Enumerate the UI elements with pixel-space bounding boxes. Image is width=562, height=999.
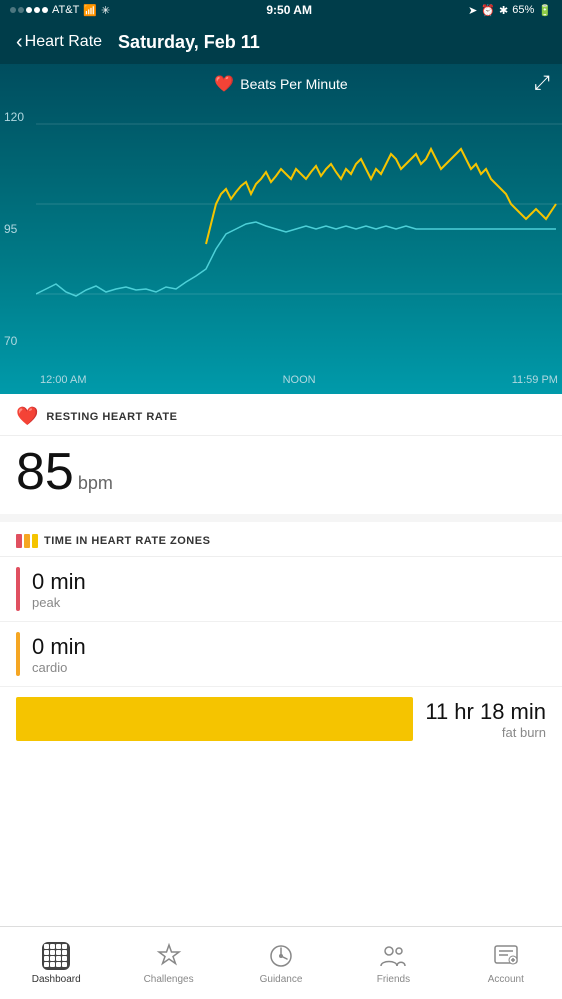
tab-challenges[interactable]: Challenges bbox=[112, 927, 224, 999]
x-label-night: 11:59 PM bbox=[512, 374, 558, 386]
signal-dot-3 bbox=[26, 7, 32, 13]
status-right: ➤ ⏰ ✱ 65% 🔋 bbox=[468, 4, 552, 17]
peak-zone-name: peak bbox=[32, 595, 86, 610]
chart-svg bbox=[36, 104, 562, 354]
signal-dot-1 bbox=[10, 7, 16, 13]
friends-icon bbox=[379, 942, 407, 970]
guidance-icon bbox=[267, 942, 295, 970]
wifi-icon: 📶 bbox=[83, 4, 97, 17]
cardio-zone-time: 0 min bbox=[32, 634, 86, 660]
resting-value-row: 85 bpm bbox=[0, 436, 562, 514]
alarm-icon: ⏰ bbox=[481, 4, 495, 17]
location-icon: ➤ bbox=[468, 4, 477, 17]
guidance-svg bbox=[267, 942, 295, 970]
resting-bpm-number: 85 bbox=[16, 446, 74, 498]
peak-zone-icon bbox=[16, 534, 22, 548]
signal-dot-4 bbox=[34, 7, 40, 13]
status-bar: AT&T 📶 ✳ 9:50 AM ➤ ⏰ ✱ 65% 🔋 bbox=[0, 0, 562, 20]
zones-header: TIME IN HEART RATE ZONES bbox=[0, 522, 562, 557]
chart-legend: ❤️ Beats Per Minute bbox=[0, 64, 562, 94]
carrier-label: AT&T bbox=[52, 4, 79, 16]
resting-heart-rate-section: ❤️ RESTING HEART RATE 85 bpm bbox=[0, 394, 562, 514]
zones-section-title: TIME IN HEART RATE ZONES bbox=[44, 535, 210, 547]
dashboard-svg bbox=[42, 942, 70, 970]
chart-x-labels: 12:00 AM NOON 11:59 PM bbox=[36, 374, 562, 386]
account-icon bbox=[492, 942, 520, 970]
battery-icon: 🔋 bbox=[538, 4, 552, 17]
dashboard-label: Dashboard bbox=[32, 974, 81, 985]
y-label-95: 95 bbox=[0, 222, 36, 236]
back-label: Heart Rate bbox=[25, 33, 102, 51]
peak-zone-time: 0 min bbox=[32, 569, 86, 595]
cardio-zone-info: 0 min cardio bbox=[32, 634, 86, 675]
x-label-midnight: 12:00 AM bbox=[40, 374, 86, 386]
content-area: ❤️ RESTING HEART RATE 85 bpm TIME IN HEA… bbox=[0, 394, 562, 751]
tab-account[interactable]: Account bbox=[450, 927, 562, 999]
cardio-zone-icon bbox=[24, 534, 30, 548]
peak-color-bar bbox=[16, 567, 20, 611]
tab-guidance[interactable]: Guidance bbox=[225, 927, 337, 999]
heart-rate-zones-section: TIME IN HEART RATE ZONES 0 min peak 0 mi… bbox=[0, 522, 562, 751]
account-label: Account bbox=[488, 974, 524, 985]
header-nav: ‹ Heart Rate Saturday, Feb 11 bbox=[0, 20, 562, 64]
fatburn-bar bbox=[16, 697, 413, 741]
peak-zone-info: 0 min peak bbox=[32, 569, 86, 610]
tab-bar: Dashboard Challenges Guidance bbox=[0, 926, 562, 999]
y-label-120: 120 bbox=[0, 110, 36, 124]
cardio-zone-name: cardio bbox=[32, 660, 86, 675]
zones-icon bbox=[16, 534, 38, 548]
cardio-zone-row: 0 min cardio bbox=[0, 622, 562, 687]
activity-icon: ✳ bbox=[101, 4, 110, 17]
signal-dot-2 bbox=[18, 7, 24, 13]
back-chevron-icon: ‹ bbox=[16, 31, 23, 54]
status-time: 9:50 AM bbox=[266, 3, 312, 17]
back-button[interactable]: ‹ Heart Rate bbox=[16, 31, 102, 54]
resting-section-header: ❤️ RESTING HEART RATE bbox=[0, 394, 562, 436]
y-label-70: 70 bbox=[0, 334, 36, 348]
fatburn-zone-row: 11 hr 18 min fat burn bbox=[0, 687, 562, 751]
signal-dots bbox=[10, 7, 48, 13]
challenges-label: Challenges bbox=[144, 974, 194, 985]
tab-friends[interactable]: Friends bbox=[337, 927, 449, 999]
resting-heart-icon: ❤️ bbox=[16, 406, 38, 427]
page-title: Saturday, Feb 11 bbox=[118, 32, 260, 53]
fatburn-zone-icon bbox=[32, 534, 38, 548]
resting-bpm-unit: bpm bbox=[78, 473, 113, 494]
fatburn-zone-time: 11 hr 18 min bbox=[425, 699, 546, 725]
tab-dashboard[interactable]: Dashboard bbox=[0, 927, 112, 999]
guidance-label: Guidance bbox=[260, 974, 303, 985]
chart-svg-area bbox=[36, 104, 562, 354]
heart-icon: ❤️ bbox=[214, 74, 234, 94]
chart-y-labels: 120 95 70 bbox=[0, 104, 36, 354]
fatburn-zone-info: 11 hr 18 min fat burn bbox=[425, 699, 546, 740]
challenges-svg bbox=[155, 942, 183, 970]
challenges-icon bbox=[155, 942, 183, 970]
status-left: AT&T 📶 ✳ bbox=[10, 4, 110, 17]
legend-label: Beats Per Minute bbox=[240, 76, 347, 92]
peak-zone-row: 0 min peak bbox=[0, 557, 562, 622]
expand-button[interactable]: ⤢ bbox=[534, 72, 550, 95]
fatburn-zone-name: fat burn bbox=[502, 725, 546, 740]
bluetooth-icon: ✱ bbox=[499, 4, 508, 17]
signal-dot-5 bbox=[42, 7, 48, 13]
x-label-noon: NOON bbox=[283, 374, 316, 386]
heart-rate-chart: ❤️ Beats Per Minute ⤢ 120 95 70 12:00 AM… bbox=[0, 64, 562, 394]
friends-label: Friends bbox=[377, 974, 410, 985]
friends-svg bbox=[379, 942, 407, 970]
cardio-color-bar bbox=[16, 632, 20, 676]
dashboard-icon bbox=[42, 942, 70, 970]
battery-label: 65% bbox=[512, 4, 534, 16]
account-svg bbox=[492, 942, 520, 970]
resting-section-title: RESTING HEART RATE bbox=[46, 411, 177, 423]
